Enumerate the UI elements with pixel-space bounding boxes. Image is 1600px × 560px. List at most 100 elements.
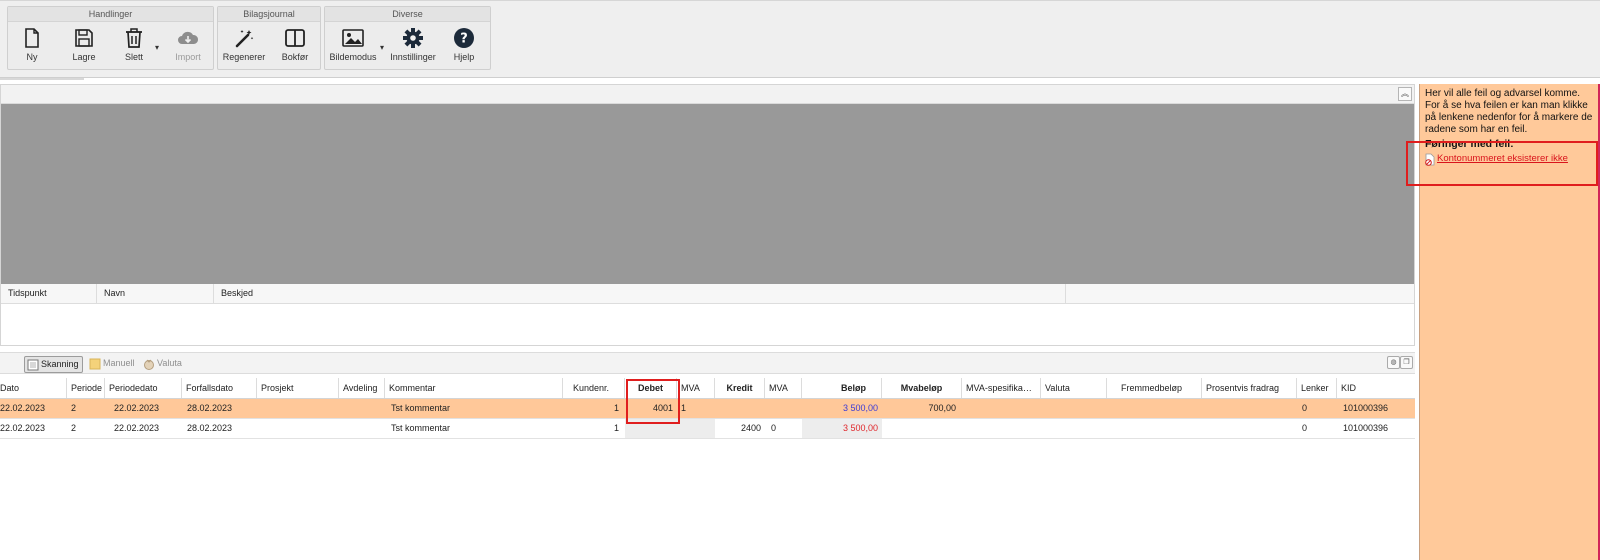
regenerate-button[interactable]: Regenerer <box>221 25 267 67</box>
image-icon <box>342 29 364 47</box>
column-header-fremmedbelop[interactable]: Fremmedbeløp <box>1107 378 1202 398</box>
cell-kid[interactable]: 101000396 <box>1339 419 1415 438</box>
cell-kommentar[interactable]: Tst kommentar <box>387 419 563 438</box>
cell-valuta[interactable] <box>1041 419 1107 438</box>
cell-fremmedbelop[interactable] <box>1107 419 1202 438</box>
log-table-header: Tidspunkt Navn Beskjed <box>1 284 1414 304</box>
magic-wand-icon <box>235 30 254 48</box>
column-header-periode[interactable]: Periode <box>67 378 105 398</box>
import-button[interactable]: Import <box>170 25 206 67</box>
ribbon-group-title: Diverse <box>325 7 490 22</box>
ribbon-group-bilagsjournal: Bilagsjournal Regenerer Bokfør <box>217 6 321 70</box>
column-header-forfallsdato[interactable]: Forfallsdato <box>182 378 257 398</box>
save-button[interactable]: Lagre <box>66 25 102 67</box>
column-header-mva-spesifikasjon[interactable]: MVA-spesifika… <box>962 378 1041 398</box>
log-panel-header: ︽ <box>1 85 1414 104</box>
cell-mvabelop[interactable]: 700,00 <box>882 399 960 418</box>
column-header-kommentar[interactable]: Kommentar <box>385 378 563 398</box>
manual-mode-button[interactable]: Manuell <box>87 356 138 371</box>
cell-kundenr[interactable]: 1 <box>563 419 623 438</box>
cell-kredit-mva[interactable]: 0 <box>767 419 802 438</box>
column-header-kredit[interactable]: Kredit <box>715 378 765 398</box>
delete-dropdown-caret-icon[interactable]: ▾ <box>155 43 159 52</box>
column-header-debet-mva[interactable]: MVA <box>677 378 715 398</box>
column-header-debet[interactable]: Debet <box>625 378 677 398</box>
cell-dato[interactable]: 22.02.2023 <box>0 399 67 418</box>
column-header-prosjekt[interactable]: Prosjekt <box>257 378 339 398</box>
cell-prosentvis-fradrag[interactable] <box>1202 399 1297 418</box>
settings-button[interactable]: Innstillinger <box>388 25 438 67</box>
column-header-kundenr[interactable]: Kundenr. <box>563 378 625 398</box>
error-list-item[interactable]: Kontonummeret eksisterer ikke <box>1425 153 1593 166</box>
cell-belop[interactable]: 3 500,00 <box>802 419 882 438</box>
cell-avdeling[interactable] <box>339 399 385 418</box>
error-link[interactable]: Kontonummeret eksisterer ikke <box>1437 153 1568 164</box>
cell-kommentar[interactable]: Tst kommentar <box>387 399 563 418</box>
cell-periode[interactable]: 2 <box>67 399 105 418</box>
log-column-header[interactable]: Tidspunkt <box>1 284 97 303</box>
cell-forfallsdato[interactable]: 28.02.2023 <box>183 399 257 418</box>
scan-mode-button[interactable]: Skanning <box>24 356 83 373</box>
cell-avdeling[interactable] <box>339 419 385 438</box>
column-header-prosentvis-fradrag[interactable]: Prosentvis fradrag <box>1202 378 1297 398</box>
cell-fremmedbelop[interactable] <box>1107 399 1202 418</box>
column-header-kredit-mva[interactable]: MVA <box>765 378 802 398</box>
ribbon-tab-indicator <box>0 78 84 80</box>
bokfor-button[interactable]: Bokfør <box>276 25 314 67</box>
cell-dato[interactable]: 22.02.2023 <box>0 419 67 438</box>
table-row[interactable]: 22.02.2023 2 22.02.2023 28.02.2023 Tst k… <box>0 419 1415 439</box>
cell-prosjekt[interactable] <box>257 399 339 418</box>
cell-prosentvis-fradrag[interactable] <box>1202 419 1297 438</box>
image-mode-dropdown-caret-icon[interactable]: ▾ <box>380 43 384 52</box>
cell-debet-mva[interactable]: 1 <box>677 399 715 418</box>
column-header-avdeling[interactable]: Avdeling <box>339 378 385 398</box>
cell-forfallsdato[interactable]: 28.02.2023 <box>183 419 257 438</box>
column-header-dato[interactable]: Dato <box>0 378 67 398</box>
globe-icon[interactable]: ◍ <box>1387 356 1400 369</box>
cell-mva-spesifikasjon[interactable] <box>962 399 1041 418</box>
cell-periode[interactable]: 2 <box>67 419 105 438</box>
new-button[interactable]: Ny <box>16 25 48 67</box>
column-header-lenker[interactable]: Lenker <box>1297 378 1337 398</box>
column-header-mvabelop[interactable]: Mvabeløp <box>882 378 962 398</box>
save-button-label: Lagre <box>72 52 96 62</box>
log-column-header[interactable]: Beskjed <box>214 284 1066 303</box>
cell-periodedato[interactable]: 22.02.2023 <box>110 419 182 438</box>
cell-debet[interactable] <box>625 419 677 438</box>
ribbon-toolbar: Handlinger Ny Lagre Slett ▾ Import Bilag… <box>0 0 1600 80</box>
cell-kundenr[interactable]: 1 <box>563 399 623 418</box>
bokfor-button-label: Bokfør <box>281 52 309 62</box>
maximize-window-icon[interactable]: ❐ <box>1400 356 1413 369</box>
document-image-area[interactable] <box>1 104 1414 284</box>
cell-debet[interactable]: 4001 <box>625 399 677 418</box>
column-header-belop[interactable]: Beløp <box>802 378 882 398</box>
cell-valuta[interactable] <box>1041 399 1107 418</box>
currency-icon <box>144 359 154 370</box>
cell-periodedato[interactable]: 22.02.2023 <box>110 399 182 418</box>
table-row[interactable]: 22.02.2023 2 22.02.2023 28.02.2023 Tst k… <box>0 399 1415 419</box>
collapse-panel-icon[interactable]: ︽ <box>1398 87 1412 101</box>
cell-mvabelop[interactable] <box>882 419 960 438</box>
manual-icon <box>89 358 101 369</box>
cell-belop[interactable]: 3 500,00 <box>802 399 882 418</box>
image-mode-button[interactable]: Bildemodus <box>328 25 378 67</box>
cell-lenker[interactable]: 0 <box>1298 399 1337 418</box>
cell-prosjekt[interactable] <box>257 419 339 438</box>
delete-button[interactable]: Slett <box>118 25 150 67</box>
column-header-kid[interactable]: KID <box>1337 378 1415 398</box>
column-header-valuta[interactable]: Valuta <box>1041 378 1107 398</box>
ribbon-group-title: Handlinger <box>8 7 213 22</box>
log-column-header[interactable]: Navn <box>97 284 214 303</box>
cell-lenker[interactable]: 0 <box>1298 419 1337 438</box>
error-document-icon <box>1425 153 1435 166</box>
cell-mva-spesifikasjon[interactable] <box>962 419 1041 438</box>
cell-kredit[interactable] <box>715 399 765 418</box>
gear-icon <box>403 28 423 48</box>
column-header-periodedato[interactable]: Periodedato <box>105 378 182 398</box>
cell-debet-mva[interactable] <box>677 419 715 438</box>
currency-mode-button[interactable]: Valuta <box>141 356 185 371</box>
cell-kredit[interactable]: 2400 <box>715 419 765 438</box>
cell-kredit-mva[interactable] <box>765 399 802 418</box>
cell-kid[interactable]: 101000396 <box>1339 399 1415 418</box>
help-button[interactable]: ? Hjelp <box>445 25 483 67</box>
